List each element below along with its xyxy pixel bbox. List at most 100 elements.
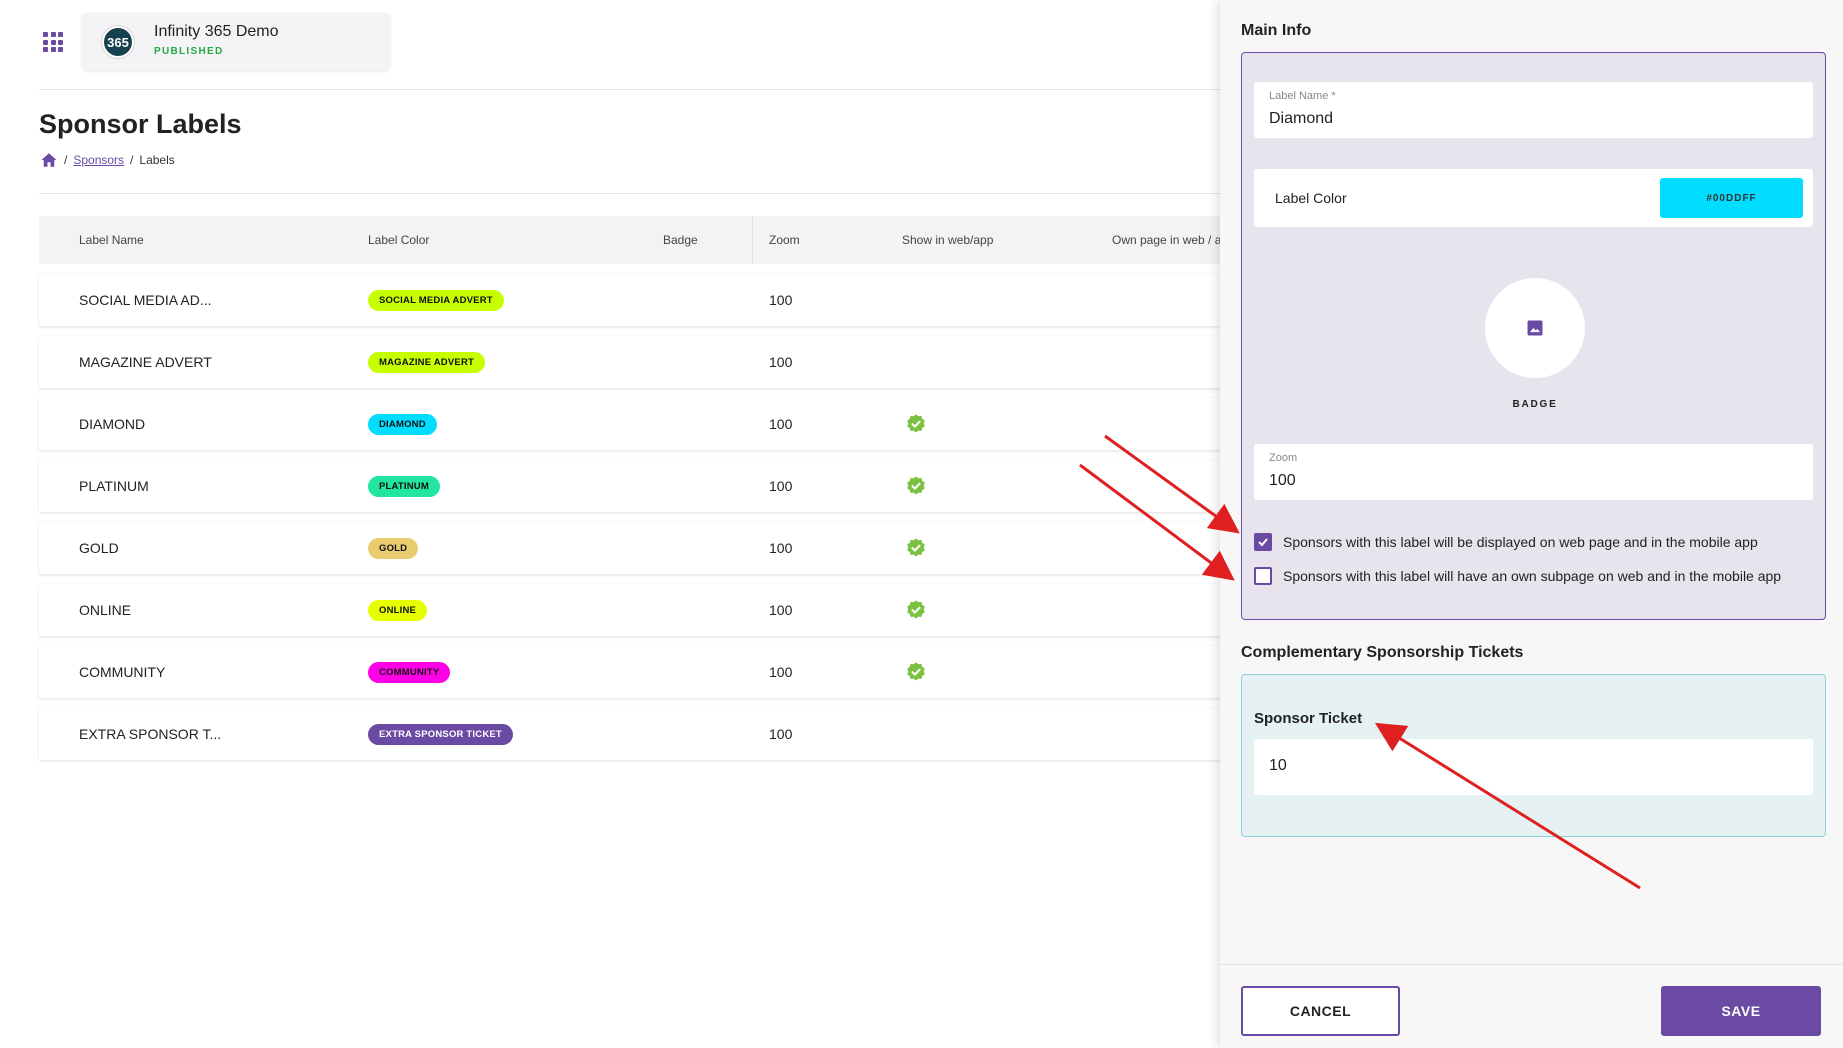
page-title: Sponsor Labels [39, 109, 242, 139]
row-label-color: DIAMOND [368, 398, 437, 450]
sponsor-ticket-field[interactable]: 10 [1254, 739, 1813, 795]
label-color-pill: EXTRA SPONSOR TICKET [368, 723, 513, 745]
row-zoom: 100 [769, 292, 793, 308]
edit-label-panel: Main Info Label Name * Diamond Label Col… [1220, 0, 1843, 1048]
label-color-label: Label Color [1275, 190, 1347, 206]
save-button[interactable]: SAVE [1661, 986, 1821, 1036]
breadcrumb-sponsors-link[interactable]: Sponsors [73, 153, 124, 167]
table-row[interactable]: PLATINUM PLATINUM 100 [39, 460, 1225, 512]
row-zoom: 100 [769, 478, 793, 494]
row-label-name: ONLINE [79, 602, 132, 618]
own-subpage-checkbox-row[interactable]: Sponsors with this label will have an ow… [1254, 567, 1781, 585]
row-label-name: SOCIAL MEDIA AD... [79, 292, 212, 308]
header-label-color[interactable]: Label Color [368, 233, 429, 247]
home-icon[interactable] [40, 151, 58, 169]
table-row[interactable]: ONLINE ONLINE 100 [39, 584, 1225, 636]
header-show-in-web-app[interactable]: Show in web/app [902, 233, 993, 247]
table-row[interactable]: MAGAZINE ADVERT MAGAZINE ADVERT 100 [39, 336, 1225, 388]
row-label-name: DIAMOND [79, 416, 146, 432]
footer-divider [1220, 964, 1843, 965]
checkbox-checked-icon[interactable] [1254, 533, 1272, 551]
table-row[interactable]: EXTRA SPONSOR T... EXTRA SPONSOR TICKET 10… [39, 708, 1225, 760]
app-name: Infinity 365 Demo [154, 23, 279, 40]
header-own-page[interactable]: Own page in web / a [1112, 233, 1225, 247]
header-zoom[interactable]: Zoom [769, 233, 800, 247]
row-zoom: 100 [769, 354, 793, 370]
column-separator [752, 216, 753, 264]
row-zoom: 100 [769, 416, 793, 432]
row-show-in-web [905, 398, 927, 450]
header-badge[interactable]: Badge [663, 233, 698, 247]
row-label-name: COMMUNITY [79, 664, 166, 680]
label-color-pill: PLATINUM [368, 475, 440, 497]
apps-grid-icon[interactable] [43, 32, 63, 52]
image-icon [1527, 320, 1543, 336]
row-label-name: PLATINUM [79, 478, 149, 494]
sponsor-ticket-value[interactable]: 10 [1269, 757, 1287, 775]
table-body: SOCIAL MEDIA AD... SOCIAL MEDIA ADVERT 100… [39, 274, 1225, 760]
label-color-pill: SOCIAL MEDIA ADVERT [368, 289, 504, 311]
badge-upload[interactable] [1485, 278, 1585, 378]
breadcrumb: / Sponsors / Labels [40, 151, 175, 169]
label-color-pill: GOLD [368, 537, 419, 559]
publish-status-badge: PUBLISHED [154, 46, 224, 57]
labels-table: Label Name Label Color Badge Zoom Show i… [39, 216, 1225, 760]
row-show-in-web [905, 522, 927, 574]
row-label-name: GOLD [79, 540, 119, 556]
table-row[interactable]: COMMUNITY COMMUNITY 100 [39, 646, 1225, 698]
check-badge-icon [907, 538, 925, 557]
row-label-color: EXTRA SPONSOR TICKET [368, 708, 513, 760]
check-badge-icon [907, 476, 925, 495]
label-color-pill: DIAMOND [368, 413, 437, 435]
table-header: Label Name Label Color Badge Zoom Show i… [39, 216, 1225, 264]
app-switcher-card[interactable]: 365 Infinity 365 Demo PUBLISHED [82, 13, 390, 70]
breadcrumb-separator: / [64, 153, 68, 167]
header-label-name[interactable]: Label Name [79, 233, 144, 247]
label-color-row: Label Color #00DDFF [1254, 169, 1813, 227]
sponsor-ticket-label: Sponsor Ticket [1254, 710, 1363, 727]
row-zoom: 100 [769, 726, 793, 742]
badge-label: BADGE [1512, 399, 1558, 410]
cancel-button[interactable]: CANCEL [1241, 986, 1400, 1036]
checkbox-unchecked-icon[interactable] [1254, 567, 1272, 585]
zoom-field[interactable]: Zoom 100 [1254, 444, 1813, 500]
label-name-value[interactable]: Diamond [1269, 110, 1333, 128]
row-show-in-web [905, 460, 927, 512]
row-label-color: SOCIAL MEDIA ADVERT [368, 274, 504, 326]
row-show-in-web [905, 646, 927, 698]
label-color-pill: MAGAZINE ADVERT [368, 351, 486, 373]
check-badge-icon [907, 600, 925, 619]
label-name-label: Label Name * [1269, 90, 1336, 102]
breadcrumb-separator: / [130, 153, 134, 167]
main-info-section: Label Name * Diamond Label Color #00DDFF… [1241, 52, 1826, 620]
row-label-color: GOLD [368, 522, 419, 574]
own-subpage-label: Sponsors with this label will have an ow… [1283, 568, 1782, 584]
divider [39, 193, 1225, 194]
zoom-value[interactable]: 100 [1269, 472, 1296, 490]
label-color-pill: COMMUNITY [368, 661, 451, 683]
row-show-in-web [905, 584, 927, 636]
table-row[interactable]: SOCIAL MEDIA AD... SOCIAL MEDIA ADVERT 100 [39, 274, 1225, 326]
row-label-name: MAGAZINE ADVERT [79, 354, 212, 370]
label-color-pill: ONLINE [368, 599, 428, 621]
breadcrumb-current: Labels [139, 153, 175, 167]
table-row[interactable]: DIAMOND DIAMOND 100 [39, 398, 1225, 450]
check-badge-icon [907, 662, 925, 681]
row-label-name: EXTRA SPONSOR T... [79, 726, 222, 742]
row-label-color: ONLINE [368, 584, 428, 636]
app-logo: 365 [102, 26, 134, 58]
display-on-web-checkbox-row[interactable]: Sponsors with this label will be display… [1254, 533, 1758, 551]
display-on-web-label: Sponsors with this label will be display… [1283, 534, 1758, 550]
check-badge-icon [907, 414, 925, 433]
label-color-swatch[interactable]: #00DDFF [1660, 178, 1803, 218]
table-row[interactable]: GOLD GOLD 100 [39, 522, 1225, 574]
row-label-color: PLATINUM [368, 460, 440, 512]
main-info-title: Main Info [1241, 22, 1312, 39]
tickets-section: Sponsor Ticket 10 [1241, 674, 1826, 837]
zoom-label: Zoom [1269, 452, 1298, 464]
row-zoom: 100 [769, 540, 793, 556]
row-label-color: COMMUNITY [368, 646, 451, 698]
label-name-field[interactable]: Label Name * Diamond [1254, 82, 1813, 138]
tickets-section-title: Complementary Sponsorship Tickets [1241, 644, 1524, 661]
row-zoom: 100 [769, 602, 793, 618]
